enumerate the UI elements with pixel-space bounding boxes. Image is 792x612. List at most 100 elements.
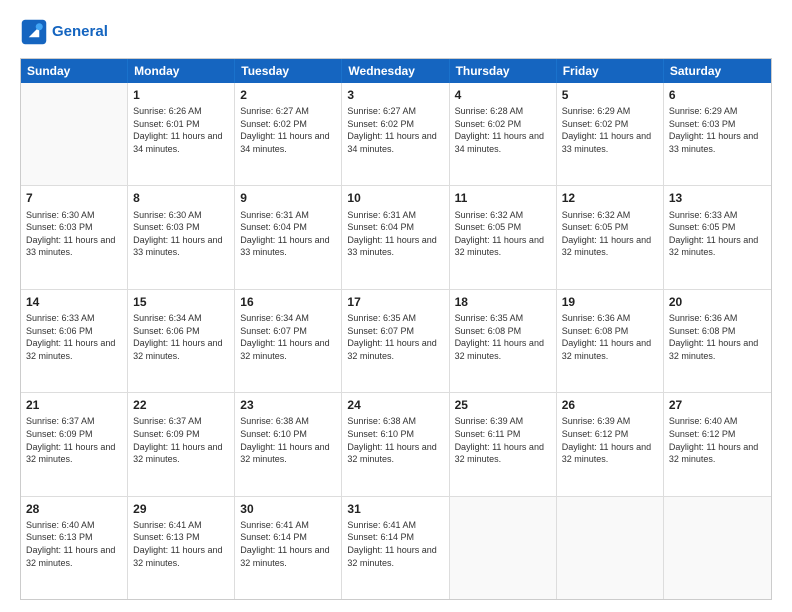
calendar-cell: 10 Sunrise: 6:31 AM Sunset: 6:04 PM Dayli… <box>342 186 449 288</box>
calendar-cell: 27Sunrise: 6:40 AM Sunset: 6:12 PM Dayli… <box>664 393 771 495</box>
day-number: 22 <box>133 397 229 413</box>
calendar-cell: 3 Sunrise: 6:27 AM Sunset: 6:02 PM Daylig… <box>342 83 449 185</box>
day-number: 30 <box>240 501 336 517</box>
calendar-body: 1Sunrise: 6:26 AM Sunset: 6:01 PM Daylig… <box>21 83 771 599</box>
day-number: 31 <box>347 501 443 517</box>
day-number: 19 <box>562 294 658 310</box>
calendar-cell: 23 Sunrise: 6:38 AM Sunset: 6:10 PM Dayli… <box>235 393 342 495</box>
cell-info: Sunrise: 6:36 AM Sunset: 6:08 PM Dayligh… <box>562 312 658 362</box>
calendar-header: SundayMondayTuesdayWednesdayThursdayFrid… <box>21 59 771 83</box>
header-day-saturday: Saturday <box>664 59 771 83</box>
day-number: 8 <box>133 190 229 206</box>
header-day-thursday: Thursday <box>450 59 557 83</box>
cell-info: Sunrise: 6:27 AM Sunset: 6:02 PM Dayligh… <box>240 105 336 155</box>
calendar-cell: 17 Sunrise: 6:35 AM Sunset: 6:07 PM Dayli… <box>342 290 449 392</box>
calendar-cell: 25 Sunrise: 6:39 AM Sunset: 6:11 PM Dayli… <box>450 393 557 495</box>
cell-info: Sunrise: 6:29 AM Sunset: 6:02 PM Dayligh… <box>562 105 658 155</box>
calendar-cell: 20 Sunrise: 6:36 AM Sunset: 6:08 PM Dayli… <box>664 290 771 392</box>
calendar-cell: 4 Sunrise: 6:28 AM Sunset: 6:02 PM Daylig… <box>450 83 557 185</box>
header-day-friday: Friday <box>557 59 664 83</box>
calendar-cell <box>450 497 557 599</box>
day-number: 27 <box>669 397 766 413</box>
day-number: 6 <box>669 87 766 103</box>
day-number: 10 <box>347 190 443 206</box>
cell-info: Sunrise: 6:31 AM Sunset: 6:04 PM Dayligh… <box>347 209 443 259</box>
day-number: 2 <box>240 87 336 103</box>
calendar-cell <box>557 497 664 599</box>
cell-info: Sunrise: 6:41 AM Sunset: 6:14 PM Dayligh… <box>347 519 443 569</box>
day-number: 25 <box>455 397 551 413</box>
cell-info: Sunrise: 6:38 AM Sunset: 6:10 PM Dayligh… <box>240 415 336 465</box>
cell-info: Sunrise: 6:35 AM Sunset: 6:07 PM Dayligh… <box>347 312 443 362</box>
cell-info: Sunrise: 6:33 AM Sunset: 6:06 PM Dayligh… <box>26 312 122 362</box>
cell-info: Sunrise: 6:37 AM Sunset: 6:09 PM Dayligh… <box>26 415 122 465</box>
calendar-cell: 31 Sunrise: 6:41 AM Sunset: 6:14 PM Dayli… <box>342 497 449 599</box>
cell-info: Sunrise: 6:29 AM Sunset: 6:03 PM Dayligh… <box>669 105 766 155</box>
day-number: 12 <box>562 190 658 206</box>
logo: General <box>20 18 108 46</box>
day-number: 26 <box>562 397 658 413</box>
cell-info: Sunrise: 6:34 AM Sunset: 6:07 PM Dayligh… <box>240 312 336 362</box>
cell-info: Sunrise: 6:41 AM Sunset: 6:13 PM Dayligh… <box>133 519 229 569</box>
calendar-cell: 22 Sunrise: 6:37 AM Sunset: 6:09 PM Dayli… <box>128 393 235 495</box>
calendar-row-2: 14 Sunrise: 6:33 AM Sunset: 6:06 PM Dayli… <box>21 290 771 393</box>
calendar: SundayMondayTuesdayWednesdayThursdayFrid… <box>20 58 772 600</box>
cell-info: Sunrise: 6:40 AM Sunset: 6:13 PM Dayligh… <box>26 519 122 569</box>
calendar-cell: 12 Sunrise: 6:32 AM Sunset: 6:05 PM Dayli… <box>557 186 664 288</box>
header: General <box>20 18 772 46</box>
calendar-cell: 15Sunrise: 6:34 AM Sunset: 6:06 PM Dayli… <box>128 290 235 392</box>
cell-info: Sunrise: 6:36 AM Sunset: 6:08 PM Dayligh… <box>669 312 766 362</box>
cell-info: Sunrise: 6:39 AM Sunset: 6:12 PM Dayligh… <box>562 415 658 465</box>
day-number: 7 <box>26 190 122 206</box>
day-number: 1 <box>133 87 229 103</box>
day-number: 16 <box>240 294 336 310</box>
header-day-tuesday: Tuesday <box>235 59 342 83</box>
day-number: 29 <box>133 501 229 517</box>
logo-text: General <box>52 24 108 41</box>
calendar-cell: 29 Sunrise: 6:41 AM Sunset: 6:13 PM Dayli… <box>128 497 235 599</box>
day-number: 13 <box>669 190 766 206</box>
calendar-cell: 30Sunrise: 6:41 AM Sunset: 6:14 PM Dayli… <box>235 497 342 599</box>
day-number: 24 <box>347 397 443 413</box>
day-number: 20 <box>669 294 766 310</box>
cell-info: Sunrise: 6:27 AM Sunset: 6:02 PM Dayligh… <box>347 105 443 155</box>
calendar-cell: 24 Sunrise: 6:38 AM Sunset: 6:10 PM Dayli… <box>342 393 449 495</box>
cell-info: Sunrise: 6:39 AM Sunset: 6:11 PM Dayligh… <box>455 415 551 465</box>
calendar-row-4: 28Sunrise: 6:40 AM Sunset: 6:13 PM Dayli… <box>21 497 771 599</box>
calendar-cell: 5 Sunrise: 6:29 AM Sunset: 6:02 PM Daylig… <box>557 83 664 185</box>
calendar-cell: 9Sunrise: 6:31 AM Sunset: 6:04 PM Daylig… <box>235 186 342 288</box>
day-number: 17 <box>347 294 443 310</box>
day-number: 14 <box>26 294 122 310</box>
calendar-cell: 8Sunrise: 6:30 AM Sunset: 6:03 PM Daylig… <box>128 186 235 288</box>
day-number: 23 <box>240 397 336 413</box>
calendar-cell: 28Sunrise: 6:40 AM Sunset: 6:13 PM Dayli… <box>21 497 128 599</box>
day-number: 18 <box>455 294 551 310</box>
calendar-cell: 21Sunrise: 6:37 AM Sunset: 6:09 PM Dayli… <box>21 393 128 495</box>
calendar-row-1: 7 Sunrise: 6:30 AM Sunset: 6:03 PM Daylig… <box>21 186 771 289</box>
header-day-monday: Monday <box>128 59 235 83</box>
calendar-row-3: 21Sunrise: 6:37 AM Sunset: 6:09 PM Dayli… <box>21 393 771 496</box>
calendar-cell: 1Sunrise: 6:26 AM Sunset: 6:01 PM Daylig… <box>128 83 235 185</box>
day-number: 3 <box>347 87 443 103</box>
day-number: 9 <box>240 190 336 206</box>
calendar-cell <box>21 83 128 185</box>
calendar-cell: 2 Sunrise: 6:27 AM Sunset: 6:02 PM Daylig… <box>235 83 342 185</box>
calendar-cell: 14 Sunrise: 6:33 AM Sunset: 6:06 PM Dayli… <box>21 290 128 392</box>
cell-info: Sunrise: 6:38 AM Sunset: 6:10 PM Dayligh… <box>347 415 443 465</box>
day-number: 5 <box>562 87 658 103</box>
cell-info: Sunrise: 6:32 AM Sunset: 6:05 PM Dayligh… <box>455 209 551 259</box>
cell-info: Sunrise: 6:30 AM Sunset: 6:03 PM Dayligh… <box>26 209 122 259</box>
cell-info: Sunrise: 6:34 AM Sunset: 6:06 PM Dayligh… <box>133 312 229 362</box>
cell-info: Sunrise: 6:35 AM Sunset: 6:08 PM Dayligh… <box>455 312 551 362</box>
calendar-cell: 26 Sunrise: 6:39 AM Sunset: 6:12 PM Dayli… <box>557 393 664 495</box>
calendar-cell: 6 Sunrise: 6:29 AM Sunset: 6:03 PM Daylig… <box>664 83 771 185</box>
cell-info: Sunrise: 6:28 AM Sunset: 6:02 PM Dayligh… <box>455 105 551 155</box>
calendar-cell: 19 Sunrise: 6:36 AM Sunset: 6:08 PM Dayli… <box>557 290 664 392</box>
calendar-cell: 13Sunrise: 6:33 AM Sunset: 6:05 PM Dayli… <box>664 186 771 288</box>
day-number: 4 <box>455 87 551 103</box>
calendar-cell: 7 Sunrise: 6:30 AM Sunset: 6:03 PM Daylig… <box>21 186 128 288</box>
cell-info: Sunrise: 6:37 AM Sunset: 6:09 PM Dayligh… <box>133 415 229 465</box>
calendar-cell: 11Sunrise: 6:32 AM Sunset: 6:05 PM Dayli… <box>450 186 557 288</box>
header-day-sunday: Sunday <box>21 59 128 83</box>
cell-info: Sunrise: 6:32 AM Sunset: 6:05 PM Dayligh… <box>562 209 658 259</box>
